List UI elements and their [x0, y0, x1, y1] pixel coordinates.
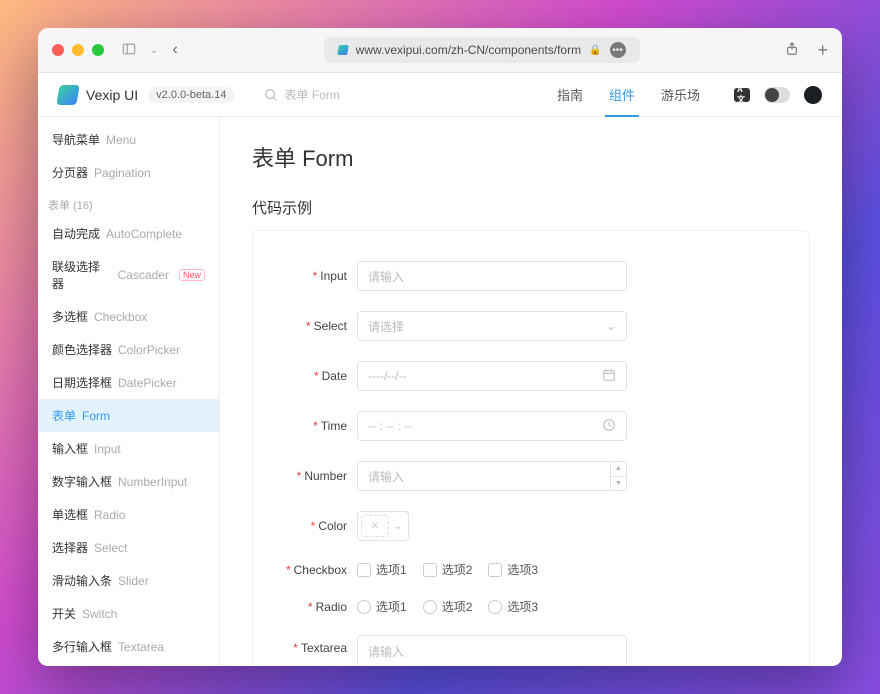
sidebar-group-form: 表单 (16)	[38, 189, 219, 217]
checkbox-option-3[interactable]: 选项3	[488, 561, 538, 578]
sidebar-item-select[interactable]: 选择器Select	[38, 531, 219, 564]
sidebar-item-form[interactable]: 表单Form	[38, 399, 219, 432]
version-badge[interactable]: v2.0.0-beta.14	[148, 87, 234, 103]
label-radio: Radio	[316, 600, 347, 614]
sidebar: 导航菜单Menu 分页器Pagination 表单 (16) 自动完成AutoC…	[38, 117, 220, 666]
sidebar-item-timepicker[interactable]: 时间选择框TimePicker	[38, 663, 219, 666]
address-bar[interactable]: www.vexipui.com/zh-CN/components/form 🔒 …	[324, 37, 640, 63]
sidebar-item-checkbox[interactable]: 多选框Checkbox	[38, 300, 219, 333]
close-window-icon[interactable]	[52, 44, 64, 56]
label-time: Time	[321, 419, 347, 433]
site-logo-icon	[337, 45, 349, 55]
checkbox-option-2[interactable]: 选项2	[423, 561, 473, 578]
clock-icon	[602, 418, 616, 435]
sidebar-item-numberinput[interactable]: 数字输入框NumberInput	[38, 465, 219, 498]
url-text: www.vexipui.com/zh-CN/components/form	[356, 43, 581, 57]
page-actions-icon[interactable]: •••	[610, 42, 626, 58]
search-icon	[264, 88, 278, 102]
lock-icon: 🔒	[589, 45, 601, 56]
radio-option-3[interactable]: 选项3	[488, 598, 538, 615]
radio-option-1[interactable]: 选项1	[357, 598, 407, 615]
radio-option-2[interactable]: 选项2	[423, 598, 473, 615]
nav-components[interactable]: 组件	[607, 73, 637, 116]
brand-name: Vexip UI	[86, 87, 138, 103]
label-date: Date	[322, 369, 347, 383]
select-field[interactable]: 请选择⌄	[357, 311, 627, 341]
sidebar-item-input[interactable]: 输入框Input	[38, 432, 219, 465]
sidebar-item-datepicker[interactable]: 日期选择框DatePicker	[38, 366, 219, 399]
theme-toggle[interactable]	[764, 87, 790, 103]
textarea-field[interactable]: 请输入	[357, 635, 627, 666]
page-title: 表单 Form	[252, 141, 810, 173]
sidebar-item-switch[interactable]: 开关Switch	[38, 597, 219, 630]
sidebar-item-radio[interactable]: 单选框Radio	[38, 498, 219, 531]
date-field[interactable]: ----/--/--	[357, 361, 627, 391]
window-titlebar: ⌄ ‹ www.vexipui.com/zh-CN/components/for…	[38, 28, 842, 72]
label-checkbox: Checkbox	[294, 563, 347, 577]
chevron-down-icon: ⌄	[389, 521, 408, 532]
label-number: Number	[304, 469, 347, 483]
sidebar-item-cascader[interactable]: 联级选择器CascaderNew	[38, 250, 219, 300]
color-empty-icon: ✕	[361, 515, 389, 537]
site-header: Vexip UI v2.0.0-beta.14 表单 Form 指南 组件 游乐…	[38, 73, 842, 117]
chevron-down-icon: ⌄	[606, 319, 616, 333]
brand[interactable]: Vexip UI	[58, 85, 138, 105]
desktop-wallpaper: ⌄ ‹ www.vexipui.com/zh-CN/components/for…	[0, 0, 880, 694]
checkbox-option-1[interactable]: 选项1	[357, 561, 407, 578]
label-input: Input	[320, 269, 347, 283]
main-content: 表单 Form 代码示例 *Input 请输入 *Select 请选择⌄ *Da…	[220, 117, 842, 666]
sidebar-item-textarea[interactable]: 多行输入框Textarea	[38, 630, 219, 663]
label-color: Color	[318, 519, 347, 533]
number-up-icon[interactable]: ▲	[611, 462, 626, 477]
label-textarea: Textarea	[301, 641, 347, 655]
browser-window: ⌄ ‹ www.vexipui.com/zh-CN/components/for…	[38, 28, 842, 666]
sidebar-item-menu[interactable]: 导航菜单Menu	[38, 123, 219, 156]
time-field[interactable]: -- : -- : --	[357, 411, 627, 441]
sidebar-item-pagination[interactable]: 分页器Pagination	[38, 156, 219, 189]
share-icon[interactable]	[785, 42, 799, 59]
label-select: Select	[314, 319, 347, 333]
github-icon[interactable]	[804, 86, 822, 104]
color-field[interactable]: ✕⌄	[357, 511, 409, 541]
demo-panel: *Input 请输入 *Select 请选择⌄ *Date ----/--/--	[252, 230, 810, 666]
search-input[interactable]: 表单 Form	[264, 86, 339, 103]
search-placeholder: 表单 Form	[284, 86, 339, 103]
sidebar-item-colorpicker[interactable]: 颜色选择器ColorPicker	[38, 333, 219, 366]
language-toggle[interactable]: A文	[734, 88, 750, 102]
number-field[interactable]: 请输入▲▼	[357, 461, 627, 491]
tab-dropdown-icon[interactable]: ⌄	[150, 45, 158, 56]
nav-playground[interactable]: 游乐场	[659, 73, 702, 116]
calendar-icon	[602, 368, 616, 385]
number-down-icon[interactable]: ▼	[611, 477, 626, 491]
sidebar-toggle-icon[interactable]	[122, 42, 136, 59]
minimize-window-icon[interactable]	[72, 44, 84, 56]
input-field[interactable]: 请输入	[357, 261, 627, 291]
sidebar-item-autocomplete[interactable]: 自动完成AutoComplete	[38, 217, 219, 250]
maximize-window-icon[interactable]	[92, 44, 104, 56]
new-tab-icon[interactable]: +	[817, 40, 828, 61]
section-title: 代码示例	[252, 197, 810, 218]
nav-guide[interactable]: 指南	[555, 73, 585, 116]
brand-logo-icon	[56, 85, 80, 105]
sidebar-item-slider[interactable]: 滑动输入条Slider	[38, 564, 219, 597]
